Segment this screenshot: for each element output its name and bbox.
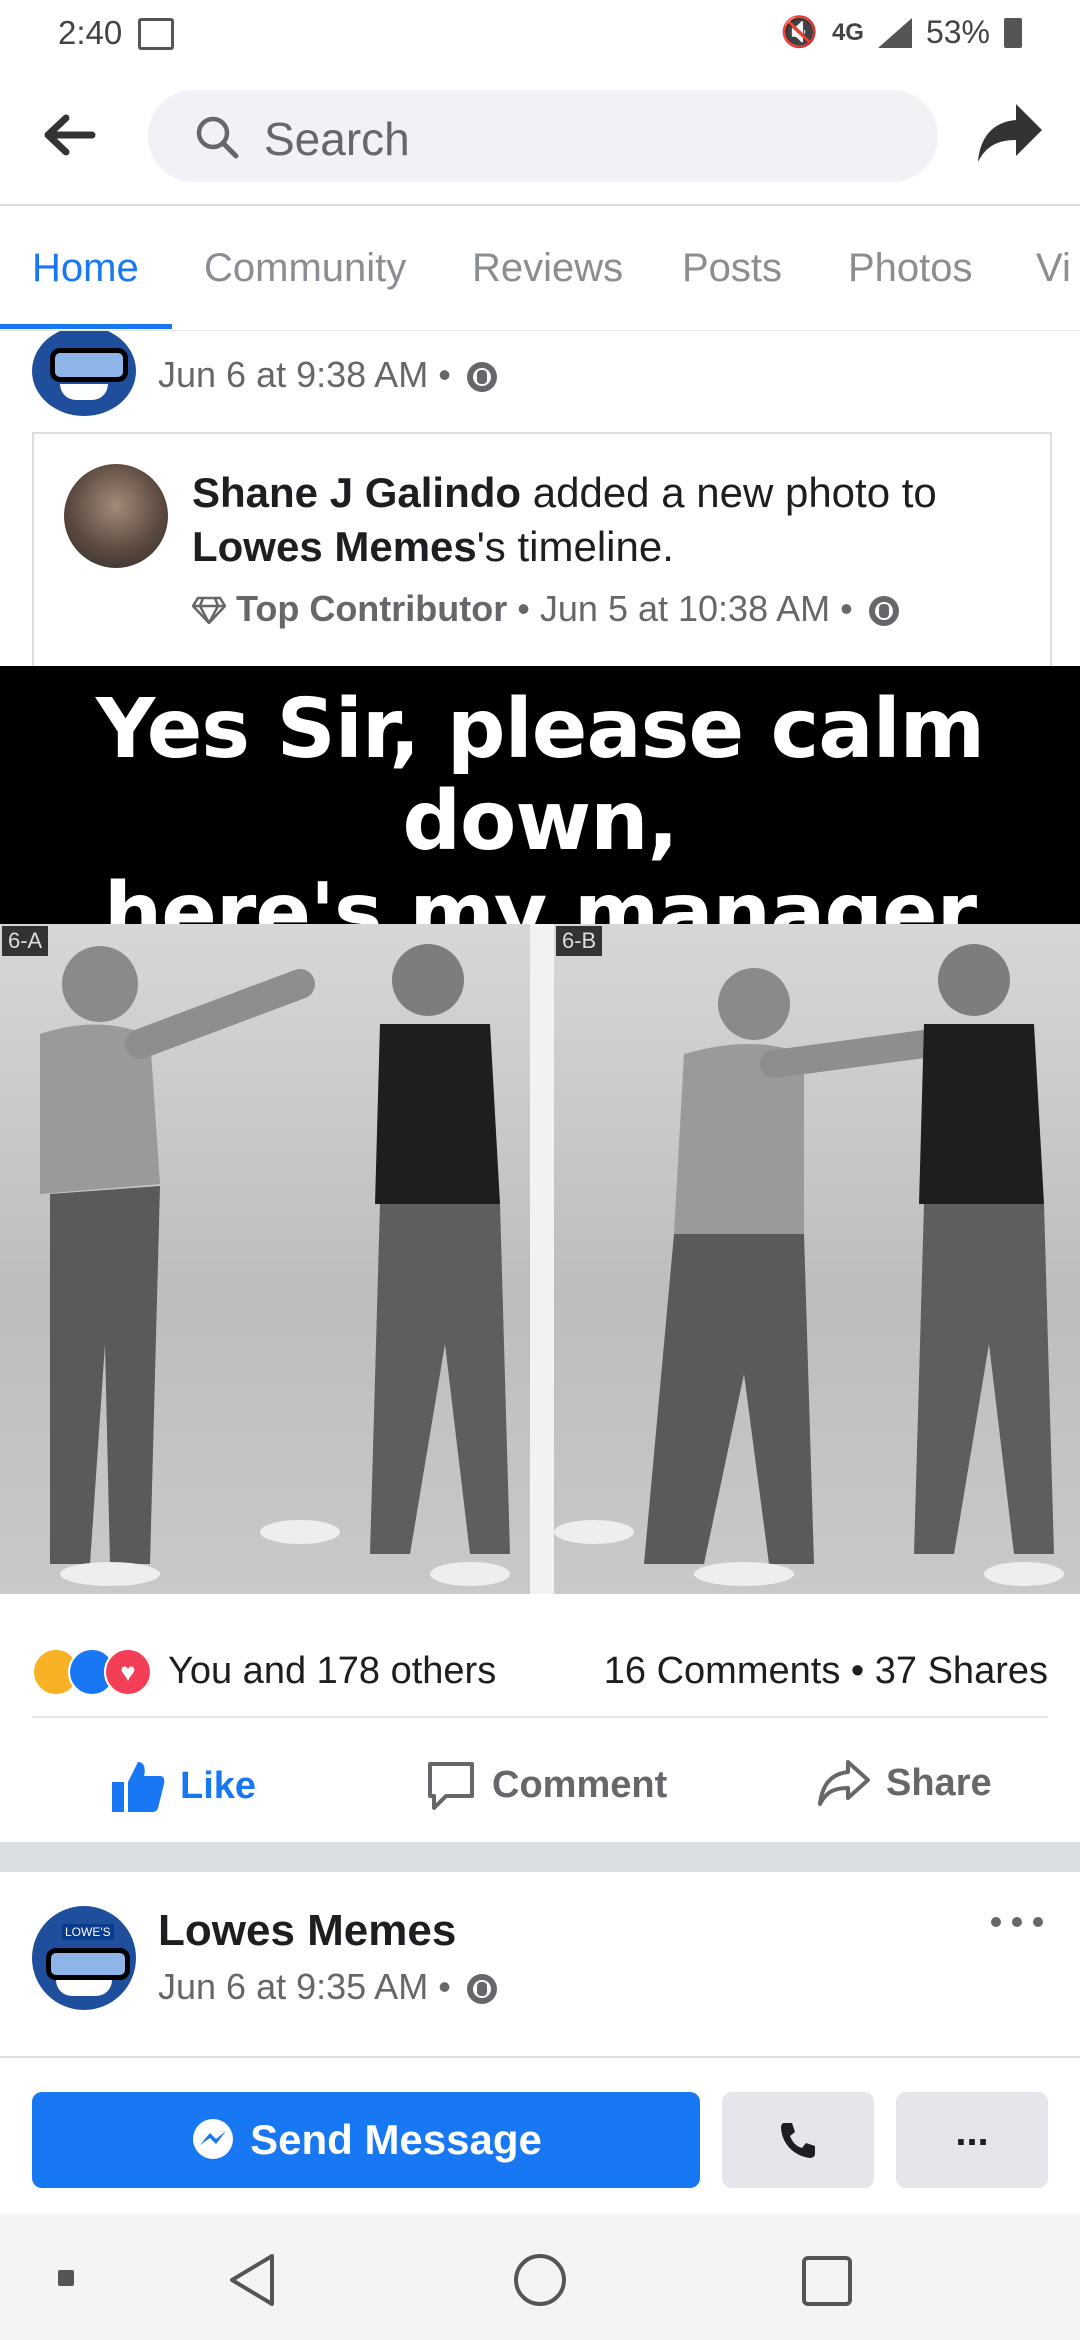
page-avatar[interactable] <box>32 326 136 416</box>
thumbs-up-icon <box>112 1762 165 1812</box>
figure-pointing-man <box>40 944 510 1586</box>
battery-percent: 53% <box>925 14 990 50</box>
post-actions: Like Comment Share <box>0 1722 1080 1834</box>
battery-icon <box>1004 17 1022 48</box>
search-box[interactable]: Search <box>148 90 938 182</box>
post-options-button[interactable] <box>982 1902 1052 1942</box>
network-type: 4G <box>831 18 864 46</box>
post-timestamp: Jun 6 at 9:38 AM • <box>158 354 497 396</box>
status-bar: 2:40 🔇 4G 53% <box>0 0 1080 66</box>
page-action-bar: Send Message ... <box>0 2056 1080 2214</box>
system-nav-bar <box>0 2214 1080 2340</box>
gallery-notification-icon <box>138 18 174 50</box>
tab-community[interactable]: Community <box>204 246 406 291</box>
globe-icon <box>466 362 497 392</box>
page-name-link[interactable]: Lowes Memes <box>192 523 477 570</box>
back-arrow-icon <box>44 114 96 156</box>
send-message-button[interactable]: Send Message <box>32 2092 700 2188</box>
signal-icon <box>877 17 912 48</box>
messenger-icon <box>193 2119 234 2159</box>
active-tab-indicator <box>0 324 172 329</box>
post-timestamp: Jun 5 at 10:38 AM <box>539 588 831 629</box>
phone-icon <box>781 2123 815 2158</box>
comments-shares: 16 Comments • 37 Shares <box>603 1650 1048 1692</box>
photo-panel-b: 6-B <box>554 924 1080 1594</box>
share-arrow-icon <box>978 104 1042 162</box>
action-text: added a new photo to <box>532 469 937 516</box>
nav-back-icon[interactable] <box>226 2252 278 2308</box>
comment-icon <box>428 1762 474 1810</box>
reaction-icons[interactable]: ♥ <box>32 1648 162 1696</box>
post-meta: Top Contributor • Jun 5 at 10:38 AM • <box>191 588 899 630</box>
post-separator <box>0 1842 1080 1872</box>
diamond-icon <box>191 596 227 625</box>
author-name[interactable]: Shane J Galindo <box>192 469 521 516</box>
top-bar: Search <box>0 66 1080 206</box>
page-avatar[interactable]: LOWE'S <box>32 1906 136 2010</box>
avatar-text: LOWE'S <box>62 1924 114 1940</box>
next-post-header: LOWE'S Lowes Memes Jun 6 at 9:35 AM • <box>0 1872 1080 2052</box>
nav-dot <box>58 2270 74 2286</box>
photo-panel-a: 6-A <box>0 924 530 1594</box>
share-icon <box>818 1760 870 1806</box>
nav-recents-icon[interactable] <box>800 2254 854 2308</box>
mute-icon: 🔇 <box>780 16 818 49</box>
call-button[interactable] <box>722 2092 874 2188</box>
tab-posts[interactable]: Posts <box>682 246 782 291</box>
more-actions-button[interactable]: ... <box>896 2092 1048 2188</box>
reactions-count[interactable]: You and 178 others <box>168 1650 496 1693</box>
post-photo[interactable]: Yes Sir, please calm down, here's my man… <box>0 666 1080 1594</box>
like-button[interactable]: Like <box>110 1758 256 1814</box>
tab-reviews[interactable]: Reviews <box>472 246 623 291</box>
figure-punch <box>554 944 1064 1586</box>
search-placeholder: Search <box>264 113 410 165</box>
page-tabs: Home Community Reviews Posts Photos Vi <box>0 206 1080 331</box>
more-horizontal-icon <box>991 1917 1043 1927</box>
page-name[interactable]: Lowes Memes <box>158 1906 456 1956</box>
reactions-summary: ♥ You and 178 others 16 Comments • 37 Sh… <box>32 1620 1048 1718</box>
author-avatar[interactable] <box>64 464 168 568</box>
top-contributor-badge: Top Contributor <box>236 588 508 629</box>
post-timestamp: Jun 6 at 9:35 AM • <box>158 1966 497 2008</box>
status-right: 🔇 4G 53% <box>781 14 1022 51</box>
comment-button[interactable]: Comment <box>424 1758 667 1812</box>
post-headline: Shane J Galindo added a new photo to Low… <box>192 466 1032 574</box>
shared-post-card[interactable]: Shane J Galindo added a new photo to Low… <box>32 432 1052 670</box>
photo-divider <box>530 924 554 1594</box>
share-button[interactable]: Share <box>816 1758 992 1808</box>
shares-count[interactable]: 37 Shares <box>875 1650 1048 1692</box>
love-reaction-icon: ♥ <box>104 1648 152 1696</box>
tab-videos[interactable]: Vi <box>1036 246 1071 291</box>
globe-icon <box>868 596 899 626</box>
globe-icon <box>466 1974 497 2004</box>
comments-count[interactable]: 16 Comments <box>604 1650 841 1692</box>
tab-home[interactable]: Home <box>32 246 139 291</box>
share-page-button[interactable] <box>976 100 1046 166</box>
tab-photos[interactable]: Photos <box>848 246 973 291</box>
search-icon <box>196 116 239 159</box>
timeline-suffix: 's timeline. <box>476 523 674 570</box>
status-time: 2:40 <box>58 14 123 51</box>
back-button[interactable] <box>40 110 100 160</box>
nav-home-icon[interactable] <box>512 2252 568 2308</box>
